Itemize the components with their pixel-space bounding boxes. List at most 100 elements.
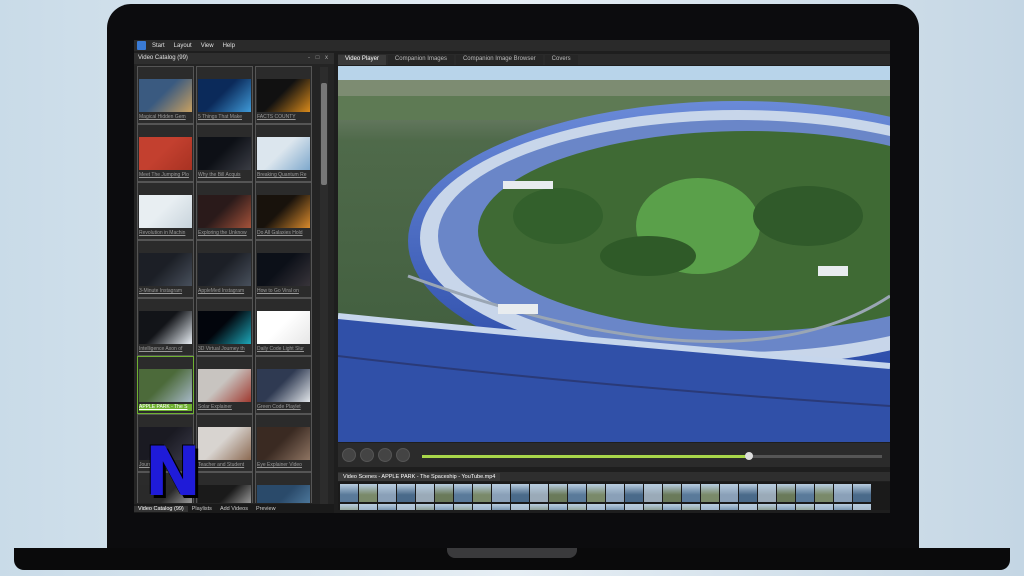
video-thumbnail[interactable]: Solar Explainer — [196, 356, 253, 414]
vertical-scrollbar[interactable] — [320, 67, 328, 507]
scene-frame[interactable] — [834, 484, 852, 502]
video-thumbnail[interactable]: Magical Hidden Gem — [137, 66, 194, 124]
video-thumbnail[interactable]: Eye Explainer Video — [255, 414, 312, 472]
video-thumbnail[interactable]: How to Go Viral on — [255, 240, 312, 298]
scene-frame[interactable] — [568, 484, 586, 502]
scene-frame[interactable] — [397, 504, 415, 510]
scene-frame[interactable] — [340, 484, 358, 502]
scene-frame[interactable] — [644, 484, 662, 502]
menu-view[interactable]: View — [201, 43, 214, 49]
stop-button[interactable] — [378, 448, 392, 462]
scene-frame[interactable] — [853, 484, 871, 502]
video-thumbnail[interactable] — [255, 472, 312, 503]
scene-frame[interactable] — [587, 504, 605, 510]
tab-covers[interactable]: Covers — [544, 55, 578, 65]
scene-frame[interactable] — [625, 504, 643, 510]
scene-frame[interactable] — [701, 504, 719, 510]
scene-frame[interactable] — [796, 504, 814, 510]
video-thumbnail[interactable]: Intelligence Axon of — [137, 298, 194, 356]
video-frame[interactable] — [338, 66, 890, 442]
scene-frame[interactable] — [359, 484, 377, 502]
menu-start[interactable]: Start — [152, 43, 165, 49]
scene-frame[interactable] — [739, 504, 757, 510]
scene-frame[interactable] — [416, 504, 434, 510]
scene-frame[interactable] — [492, 484, 510, 502]
scene-frame[interactable] — [473, 484, 491, 502]
scrollbar-thumb[interactable] — [321, 83, 327, 185]
seek-bar[interactable] — [422, 452, 882, 460]
video-thumbnail[interactable]: Why the Bill Acquis — [196, 124, 253, 182]
scene-frame[interactable] — [530, 504, 548, 510]
rewind-button[interactable] — [342, 448, 356, 462]
menu-layout[interactable]: Layout — [174, 43, 192, 49]
scene-frame[interactable] — [663, 484, 681, 502]
scene-frame[interactable] — [454, 484, 472, 502]
scene-frame[interactable] — [815, 504, 833, 510]
scene-frame[interactable] — [796, 484, 814, 502]
scene-frame[interactable] — [663, 504, 681, 510]
scene-frame[interactable] — [777, 484, 795, 502]
scene-frame[interactable] — [682, 504, 700, 510]
scene-frame[interactable] — [359, 504, 377, 510]
scene-frame[interactable] — [530, 484, 548, 502]
tab-preview[interactable]: Preview — [252, 506, 280, 512]
scene-frame[interactable] — [435, 484, 453, 502]
scene-frame[interactable] — [853, 504, 871, 510]
scene-frame[interactable] — [511, 504, 529, 510]
scene-frame[interactable] — [435, 504, 453, 510]
video-thumbnail[interactable] — [196, 472, 253, 503]
video-thumbnail[interactable]: Do All Galaxies Hold — [255, 182, 312, 240]
scene-frame[interactable] — [340, 504, 358, 510]
video-thumbnail[interactable]: AppleMed Instagram — [196, 240, 253, 298]
scene-frame[interactable] — [834, 504, 852, 510]
video-thumbnail[interactable]: Green Code Playlet — [255, 356, 312, 414]
scene-frame[interactable] — [378, 504, 396, 510]
scene-frame[interactable] — [682, 484, 700, 502]
scene-frame[interactable] — [701, 484, 719, 502]
scene-frame[interactable] — [511, 484, 529, 502]
scene-frame[interactable] — [777, 504, 795, 510]
menu-help[interactable]: Help — [223, 43, 235, 49]
video-thumbnail[interactable]: Daily Code Light Slur — [255, 298, 312, 356]
scene-frame[interactable] — [549, 504, 567, 510]
scenes-filmstrip[interactable] — [338, 482, 890, 510]
tab-companion-image-browser[interactable]: Companion Image Browser — [455, 55, 543, 65]
scene-frame[interactable] — [815, 484, 833, 502]
tab-add-videos[interactable]: Add Videos — [216, 506, 252, 512]
panel-window-controls[interactable]: - □ x — [308, 55, 330, 62]
scene-frame[interactable] — [416, 484, 434, 502]
scene-frame[interactable] — [473, 504, 491, 510]
video-thumbnail[interactable]: APPLE PARK - The S — [137, 356, 194, 414]
video-thumbnail[interactable]: Teacher and Student — [196, 414, 253, 472]
scene-frame[interactable] — [378, 484, 396, 502]
tab-companion-images[interactable]: Companion Images — [387, 55, 454, 65]
scene-frame[interactable] — [606, 504, 624, 510]
video-thumbnail[interactable]: Breaking Quantum Re — [255, 124, 312, 182]
scene-frame[interactable] — [587, 484, 605, 502]
video-thumbnail[interactable]: Exploring the Unknow — [196, 182, 253, 240]
scene-frame[interactable] — [739, 484, 757, 502]
scene-frame[interactable] — [720, 504, 738, 510]
seek-handle[interactable] — [744, 452, 753, 460]
video-thumbnail[interactable]: Meet The Jumping Plo — [137, 124, 194, 182]
video-thumbnail[interactable]: 3-Minute Instagram — [137, 240, 194, 298]
scene-frame[interactable] — [492, 504, 510, 510]
scene-frame[interactable] — [568, 504, 586, 510]
scene-frame[interactable] — [720, 484, 738, 502]
video-thumbnail[interactable]: 5 Things That Make — [196, 66, 253, 124]
scene-frame[interactable] — [549, 484, 567, 502]
forward-button[interactable] — [396, 448, 410, 462]
tab-video-player[interactable]: Video Player — [338, 55, 386, 65]
scene-frame[interactable] — [454, 504, 472, 510]
scene-frame[interactable] — [625, 484, 643, 502]
video-thumbnail[interactable]: Revolution in Machin — [137, 182, 194, 240]
app-icon[interactable] — [137, 41, 146, 50]
scene-frame[interactable] — [644, 504, 662, 510]
scene-frame[interactable] — [758, 504, 776, 510]
scene-frame[interactable] — [606, 484, 624, 502]
scene-frame[interactable] — [397, 484, 415, 502]
video-thumbnail[interactable]: FACTS COUNTY — [255, 66, 312, 124]
play-button[interactable] — [360, 448, 374, 462]
scene-frame[interactable] — [758, 484, 776, 502]
video-thumbnail[interactable]: 3D Virtual Journey th — [196, 298, 253, 356]
